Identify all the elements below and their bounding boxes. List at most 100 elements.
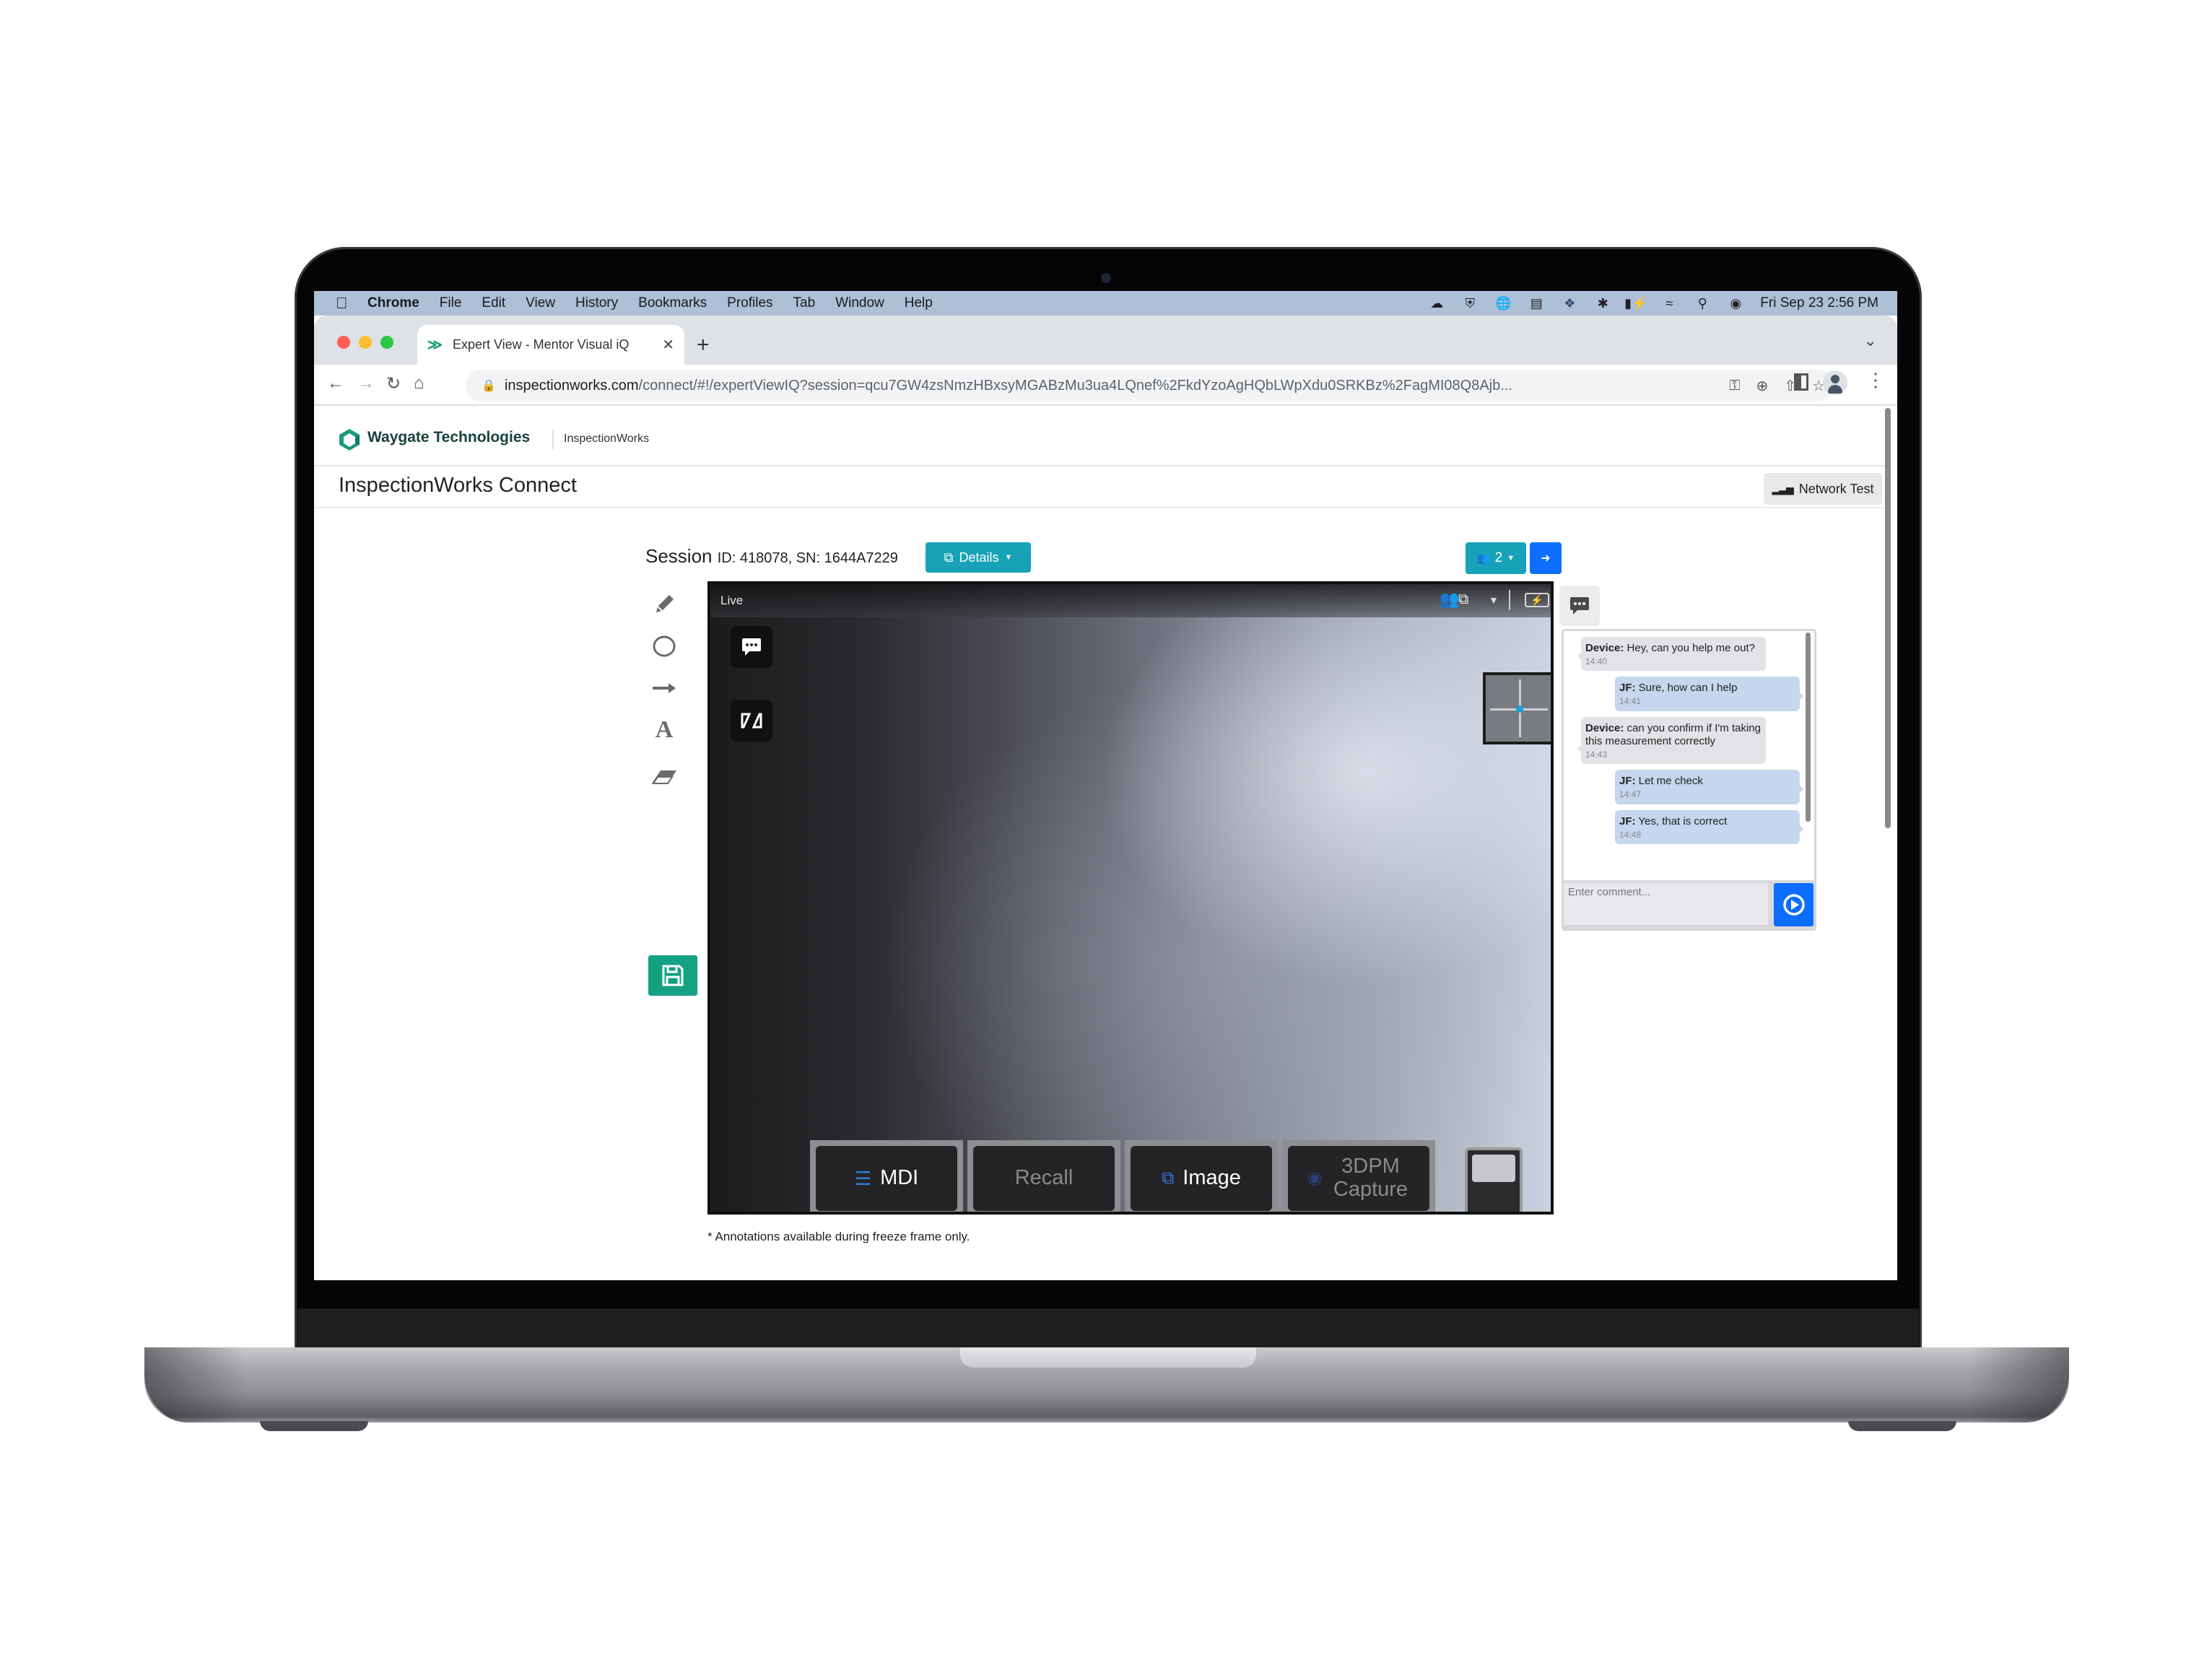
chat-message-list[interactable]: Device: Hey, can you help me out? 14:40 … xyxy=(1564,631,1804,880)
laptop-foot-left xyxy=(260,1421,368,1431)
video-status-bar: Live 👥 ⧉ ▼ ⚡ xyxy=(710,584,1551,617)
browser-toolbar: ← → ↻ ⌂ 🔒 inspectionworks.com /connect/#… xyxy=(314,365,1897,406)
collaboration-users-icon[interactable]: 👥 xyxy=(1440,590,1459,609)
zoom-icon[interactable]: ⊕ xyxy=(1756,377,1769,395)
laptop-base-shade-left xyxy=(144,1347,245,1422)
participants-dropdown-button[interactable]: 👥 2 ▼ xyxy=(1466,542,1526,574)
message-time: 14:48 xyxy=(1619,829,1642,840)
menu-profiles[interactable]: Profiles xyxy=(727,295,772,311)
battery-charging-icon[interactable]: ▮⚡ xyxy=(1624,296,1647,310)
pencil-tool[interactable] xyxy=(650,590,679,619)
menu-app-name[interactable]: Chrome xyxy=(367,295,419,311)
menu-window[interactable]: Window xyxy=(835,295,884,311)
status-separator xyxy=(1509,590,1510,610)
screens-icon[interactable]: ⧉ xyxy=(1458,591,1468,608)
chat-scrollbar[interactable] xyxy=(1806,633,1811,822)
freeze-frame-button[interactable] xyxy=(731,700,772,742)
live-video-feed[interactable]: Live 👥 ⧉ ▼ ⚡ ☰ MDI Recall ⧉ Image ◉ 3DPM… xyxy=(707,581,1554,1215)
text-tool[interactable]: A xyxy=(650,716,679,744)
caret-down-icon: ▼ xyxy=(1004,553,1013,562)
new-tab-button[interactable]: + xyxy=(697,333,710,357)
arrow-tool[interactable] xyxy=(650,674,679,703)
chat-compose xyxy=(1564,880,1814,929)
message-text: Sure, how can I help xyxy=(1635,682,1738,695)
window-app-icon[interactable]: ▤ xyxy=(1528,296,1545,310)
window-maximize-button[interactable] xyxy=(380,336,393,349)
message-sender: JF: xyxy=(1619,682,1636,695)
home-icon[interactable]: ⌂ xyxy=(414,373,424,394)
menu-help[interactable]: Help xyxy=(905,295,933,311)
bluetooth-icon[interactable]: ✱ xyxy=(1594,296,1611,310)
network-test-button[interactable]: ▂▃▅ Network Test xyxy=(1764,473,1882,505)
back-arrow-icon[interactable]: ← xyxy=(327,373,344,394)
3dpm-capture-button[interactable]: ◉ 3DPM Capture xyxy=(1282,1140,1435,1212)
laptop-base-shade-right xyxy=(1968,1347,2069,1422)
3dpm-capture-label: 3DPM Capture xyxy=(1333,1155,1408,1201)
profile-avatar-icon[interactable] xyxy=(1823,370,1847,395)
session-label: Session xyxy=(645,545,713,567)
tab-search-chevron-icon[interactable]: ⌄ xyxy=(1864,331,1877,350)
menu-file[interactable]: File xyxy=(440,295,462,311)
image-label: Image xyxy=(1183,1166,1241,1190)
page-scrollbar[interactable] xyxy=(1885,408,1891,828)
pencil-icon xyxy=(656,595,674,612)
recall-label: Recall xyxy=(1014,1166,1074,1190)
recall-button[interactable]: Recall xyxy=(967,1140,1120,1212)
chat-bubble-icon xyxy=(1570,597,1589,614)
side-panel-icon[interactable] xyxy=(1794,373,1808,391)
page-title: InspectionWorks Connect xyxy=(339,474,577,497)
image-button[interactable]: ⧉ Image xyxy=(1125,1140,1278,1212)
message-text: Let me check xyxy=(1635,775,1703,788)
product-name[interactable]: InspectionWorks xyxy=(564,433,649,446)
site-header: Waygate Technologies InspectionWorks xyxy=(314,406,1885,466)
apple-icon[interactable]:  xyxy=(336,294,352,313)
window-close-button[interactable] xyxy=(337,336,350,349)
details-icon: ⧉ xyxy=(944,550,954,565)
eraser-tool[interactable] xyxy=(650,762,679,791)
mdi-button[interactable]: ☰ MDI xyxy=(810,1140,963,1212)
message-sender: JF: xyxy=(1619,775,1636,788)
browser-tab-active[interactable]: ≫ Expert View - Mentor Visual iQ ✕ xyxy=(417,325,684,365)
save-annotation-button[interactable] xyxy=(648,955,697,996)
menu-edit[interactable]: Edit xyxy=(482,295,505,311)
reload-icon[interactable]: ↻ xyxy=(386,373,401,394)
tab-close-icon[interactable]: ✕ xyxy=(662,336,674,354)
forward-arrow-icon[interactable]: → xyxy=(357,373,375,394)
chat-overlay-button[interactable] xyxy=(731,626,772,668)
details-dropdown-button[interactable]: ⧉ Details ▼ xyxy=(926,542,1031,573)
comment-input[interactable] xyxy=(1564,883,1768,925)
control-center-icon[interactable]: ◉ xyxy=(1727,296,1744,310)
menubar-clock[interactable]: Fri Sep 23 2:56 PM xyxy=(1760,295,1878,311)
live-freeze-toggle[interactable] xyxy=(1465,1147,1523,1212)
url-path: /connect/#!/expertViewIQ?session=qcu7GW4… xyxy=(638,377,1512,394)
menu-history[interactable]: History xyxy=(575,295,618,311)
wings-app-icon[interactable]: ❖ xyxy=(1561,296,1578,310)
leave-session-button[interactable]: ➜ xyxy=(1530,542,1562,574)
browser-tab-strip: ≫ Expert View - Mentor Visual iQ ✕ + ⌄ xyxy=(314,316,1897,365)
screen:  Chrome File Edit View History Bookmark… xyxy=(314,291,1897,1280)
circle-tool[interactable] xyxy=(650,632,679,661)
message-text: Hey, can you help me out? xyxy=(1624,642,1755,654)
window-minimize-button[interactable] xyxy=(359,336,372,349)
wifi-icon[interactable]: ≈ xyxy=(1660,296,1678,310)
menu-tab[interactable]: Tab xyxy=(793,295,816,311)
device-battery-charging-icon: ⚡ xyxy=(1525,593,1549,607)
text-a-icon: A xyxy=(655,716,674,743)
shield-check-icon[interactable]: ⛨ xyxy=(1461,296,1479,310)
macos-menubar:  Chrome File Edit View History Bookmark… xyxy=(314,291,1897,316)
chat-message: JF: Yes, that is correct 14:48 xyxy=(1615,809,1803,844)
waygate-logo-icon[interactable] xyxy=(337,427,362,452)
menu-bookmarks[interactable]: Bookmarks xyxy=(638,295,707,311)
password-key-icon[interactable]: ⚿ xyxy=(1729,378,1740,394)
brand-name[interactable]: Waygate Technologies xyxy=(367,429,530,446)
spotlight-search-icon[interactable]: ⚲ xyxy=(1694,296,1711,310)
cloud-disconnected-icon[interactable]: ☁ xyxy=(1428,296,1445,310)
steering-crosshair-control[interactable] xyxy=(1483,672,1551,744)
lock-icon[interactable]: 🔒 xyxy=(482,378,496,393)
send-comment-button[interactable] xyxy=(1774,883,1813,926)
chat-toggle-button[interactable] xyxy=(1559,586,1600,626)
menu-view[interactable]: View xyxy=(526,295,555,311)
address-bar[interactable]: 🔒 inspectionworks.com /connect/#!/expert… xyxy=(466,370,1834,401)
globe-shield-icon[interactable]: 🌐 xyxy=(1494,296,1512,310)
chrome-menu-icon[interactable]: ⋮ xyxy=(1866,370,1885,389)
